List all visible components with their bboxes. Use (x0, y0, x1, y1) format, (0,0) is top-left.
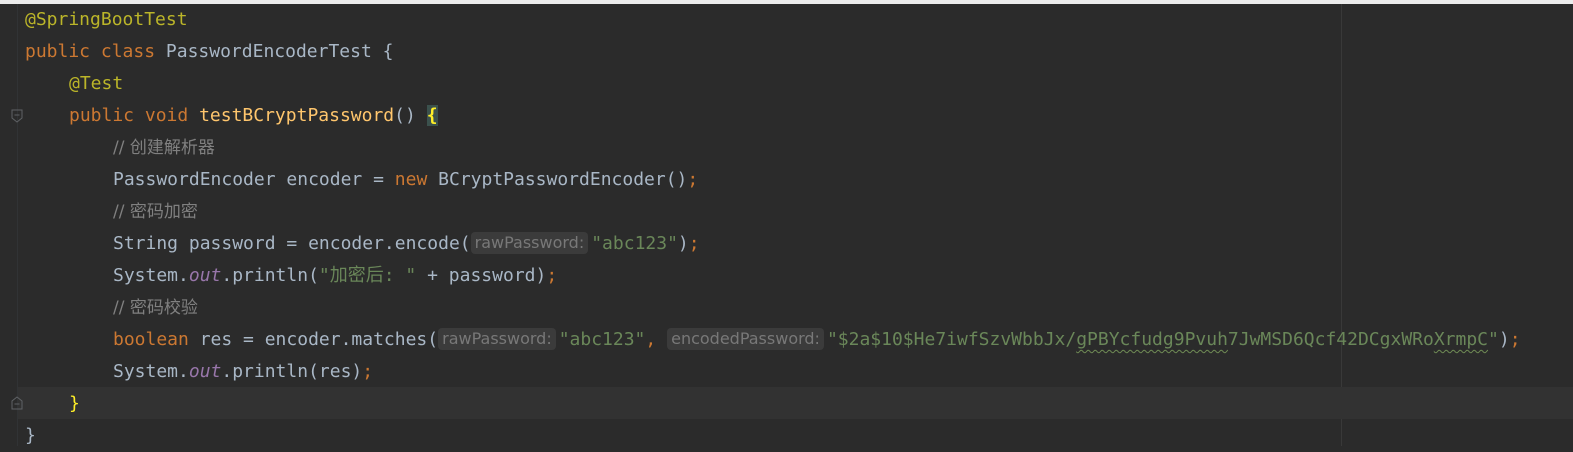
annotation: @Test (69, 73, 124, 94)
code-text: ) (1498, 329, 1510, 350)
parameter-hint: encodedPassword: (667, 328, 824, 350)
code-line-4[interactable]: public void testBCryptPassword() { (69, 100, 438, 132)
brace: } (25, 425, 36, 446)
string-literal: "abc123" (591, 233, 678, 254)
code-line-6[interactable]: PasswordEncoder encoder = new BCryptPass… (113, 164, 698, 196)
typo-squiggle: gPBYcfudg9Pvuh (1076, 329, 1228, 350)
code-line-14[interactable]: } (25, 420, 36, 452)
string-literal: "abc123" (558, 329, 646, 350)
string-part: "$2a$10$He7iwfSzvWbbJx/ (826, 329, 1077, 350)
string-part: 7JwMSD6Qcf42DCgxWRo (1227, 329, 1434, 350)
matched-brace: { (426, 105, 438, 126)
static-field: out (188, 265, 222, 286)
code-text: + password) (416, 265, 547, 286)
matched-brace: } (69, 393, 80, 414)
code-text: .println(res) (221, 361, 363, 382)
top-edge-bar (0, 0, 1573, 4)
code-line-10[interactable]: // 密码校验 (113, 292, 198, 324)
code-line-2[interactable]: public class PasswordEncoderTest { (25, 36, 394, 68)
type-name: PasswordEncoder (113, 169, 276, 190)
code-line-5[interactable]: // 创建解析器 (113, 132, 215, 164)
comment: // 创建解析器 (113, 138, 215, 158)
brace: { (382, 41, 394, 62)
typo-squiggle: XrmpC (1433, 329, 1489, 350)
method-name: testBCryptPassword (199, 105, 395, 126)
code-text: System. (113, 265, 189, 286)
string-literal: "加密后: " (318, 265, 417, 286)
code-text: System. (113, 361, 189, 382)
semicolon: ; (687, 169, 699, 190)
code-line-8[interactable]: String password = encoder.encode(rawPass… (113, 228, 700, 260)
class-name: PasswordEncoderTest (165, 41, 372, 62)
gutter-divider (17, 4, 18, 446)
code-text: ) (677, 233, 689, 254)
code-line-3[interactable]: @Test (69, 68, 123, 100)
fold-open-icon[interactable] (11, 109, 23, 123)
annotation: @SpringBootTest (25, 9, 188, 30)
keyword: class (100, 41, 156, 62)
current-line-highlight (18, 387, 1573, 419)
string-part: " (1488, 329, 1499, 350)
fold-close-icon[interactable] (11, 396, 23, 410)
static-field: out (188, 361, 222, 382)
semicolon: ; (362, 361, 374, 382)
semicolon: ; (1509, 329, 1521, 350)
keyword: boolean (113, 329, 189, 350)
keyword: new (394, 169, 428, 190)
code-line-11[interactable]: boolean res = encoder.matches(rawPasswor… (113, 324, 1521, 356)
code-text: String password = encoder.encode( (113, 233, 471, 254)
comment: // 密码加密 (113, 202, 198, 222)
code-text: encoder = (286, 169, 395, 190)
string-literal: "$2a$10$He7iwfSzvWbbJx/gPBYcfudg9Pvuh7Jw… (827, 329, 1499, 350)
code-text: .println( (221, 265, 319, 286)
keyword: void (144, 105, 189, 126)
constructor-call: BCryptPasswordEncoder() (438, 169, 688, 190)
code-line-13[interactable]: } (69, 388, 80, 420)
comment: // 密码校验 (113, 298, 198, 318)
parameter-hint: rawPassword: (438, 328, 556, 350)
comma: , (645, 329, 668, 350)
parameter-hint: rawPassword: (470, 232, 589, 254)
semicolon: ; (688, 233, 700, 254)
semicolon: ; (546, 265, 558, 286)
code-line-9[interactable]: System.out.println("加密后: " + password); (113, 260, 557, 292)
right-margin-guide (1341, 4, 1342, 446)
code-text: res = encoder.matches( (188, 329, 439, 350)
code-line-12[interactable]: System.out.println(res); (113, 356, 373, 388)
code-line-7[interactable]: // 密码加密 (113, 196, 198, 228)
parens: () (394, 105, 416, 126)
keyword: public (25, 41, 91, 62)
code-line-1[interactable]: @SpringBootTest (25, 4, 188, 36)
keyword: public (69, 105, 135, 126)
